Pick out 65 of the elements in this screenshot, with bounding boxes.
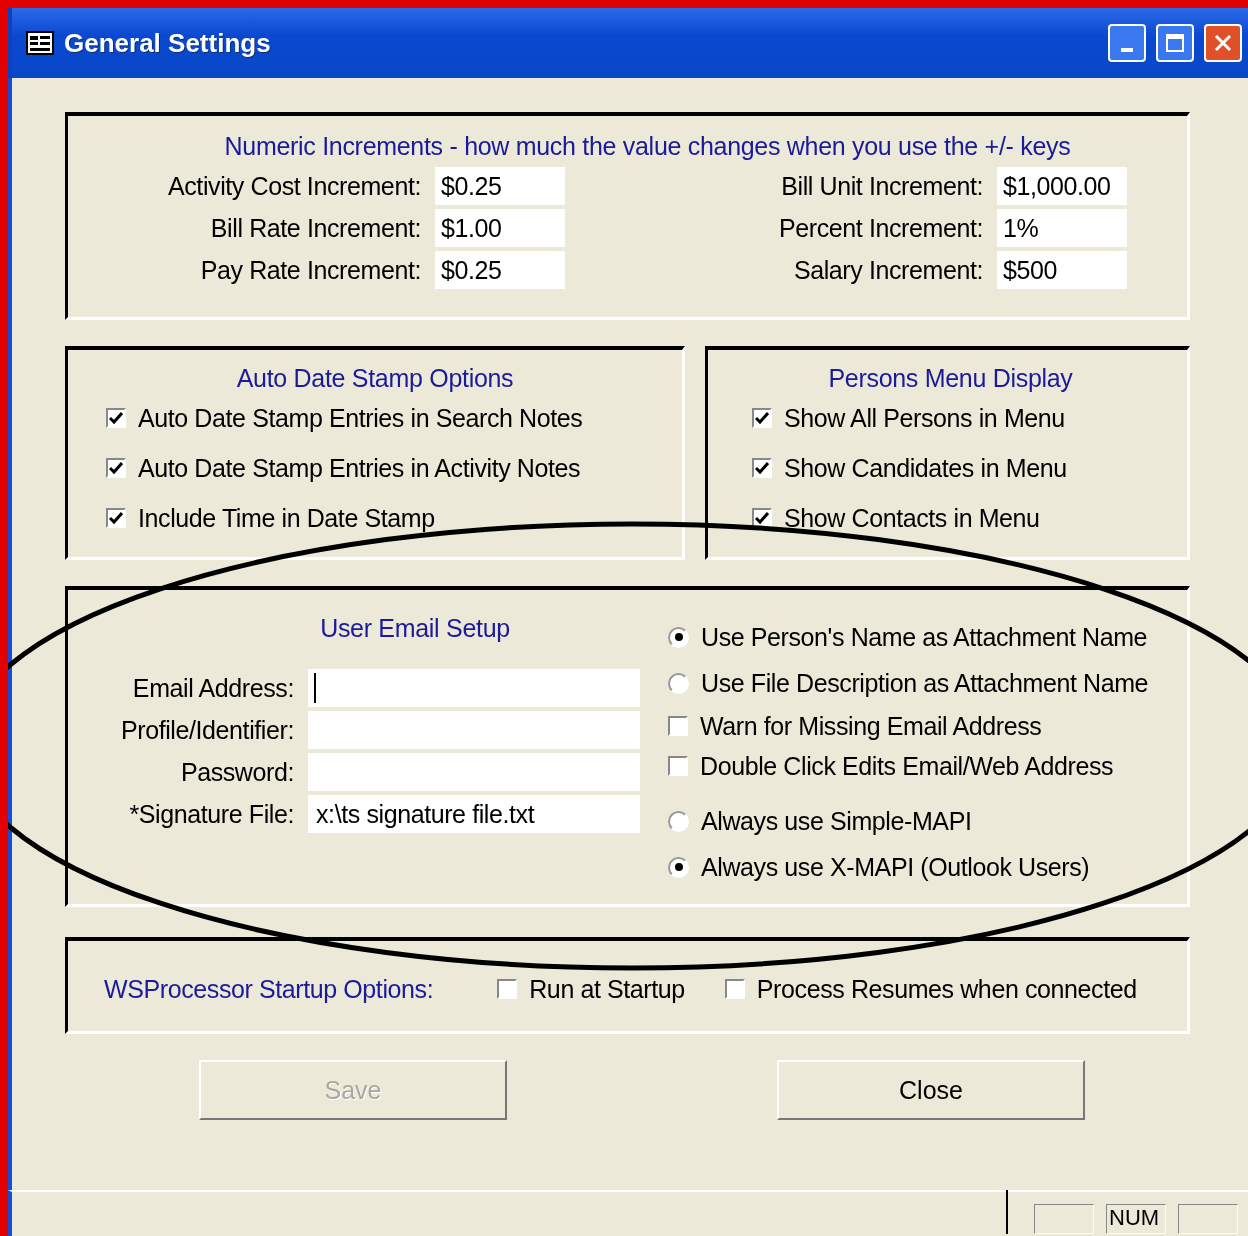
input-field[interactable]: $0.25 bbox=[435, 251, 565, 289]
checkbox[interactable] bbox=[668, 756, 688, 776]
group-title: Numeric Increments - how much the value changes when you use the +/- keys bbox=[223, 132, 1072, 161]
dialog-button[interactable]: Close bbox=[777, 1060, 1085, 1120]
input-field[interactable]: $1,000.00 bbox=[997, 167, 1127, 205]
field-label: Bill Rate Increment: bbox=[209, 213, 421, 243]
field-label: Salary Increment: bbox=[792, 255, 983, 285]
checkbox[interactable] bbox=[752, 458, 772, 478]
minimize-button[interactable] bbox=[1108, 24, 1146, 62]
option-label: Run at Startup bbox=[529, 974, 685, 1004]
minimize-icon bbox=[1121, 48, 1133, 52]
status-indicator: NUM bbox=[1106, 1204, 1166, 1234]
maximize-button[interactable] bbox=[1156, 24, 1194, 62]
field-label: Email Address: bbox=[131, 673, 294, 703]
option-label: Show Contacts in Menu bbox=[784, 503, 1040, 533]
group-title: User Email Setup bbox=[319, 614, 511, 643]
maximize-icon bbox=[1165, 33, 1185, 53]
option-label: Always use Simple-MAPI bbox=[701, 806, 972, 836]
option-label: Auto Date Stamp Entries in Activity Notes bbox=[138, 453, 581, 483]
checkbox[interactable] bbox=[106, 508, 126, 528]
radio-button[interactable] bbox=[668, 626, 689, 648]
input-field[interactable] bbox=[308, 753, 640, 791]
radio-button[interactable] bbox=[668, 856, 689, 878]
field-label: Bill Unit Increment: bbox=[780, 171, 983, 201]
window-icon bbox=[26, 31, 54, 55]
checkbox[interactable] bbox=[752, 508, 772, 528]
checkbox[interactable] bbox=[497, 979, 518, 999]
input-field[interactable] bbox=[308, 669, 640, 707]
option-label: Use File Description as Attachment Name bbox=[701, 668, 1149, 698]
field-label: Password: bbox=[179, 757, 294, 787]
checkbox[interactable] bbox=[724, 979, 745, 999]
status-panel bbox=[1178, 1204, 1238, 1234]
checkbox[interactable] bbox=[106, 458, 126, 478]
option-label: Show Candidates in Menu bbox=[784, 453, 1067, 483]
option-label: Process Resumes when connected bbox=[756, 974, 1137, 1004]
close-icon bbox=[1213, 33, 1233, 53]
input-field[interactable]: 1% bbox=[997, 209, 1127, 247]
window-title: General Settings bbox=[64, 27, 272, 59]
field-label: Activity Cost Increment: bbox=[168, 171, 421, 201]
option-label: Include Time in Date Stamp bbox=[138, 503, 435, 533]
group-title: WSProcessor Startup Options: bbox=[104, 974, 434, 1004]
group-title: Auto Date Stamp Options bbox=[235, 364, 515, 393]
input-field[interactable]: x:\ts signature file.txt bbox=[308, 795, 640, 833]
group-title: Persons Menu Display bbox=[827, 364, 1074, 393]
status-panel bbox=[1034, 1204, 1094, 1234]
input-field[interactable]: $0.25 bbox=[435, 167, 565, 205]
field-label: Percent Increment: bbox=[779, 213, 983, 243]
option-label: Double Click Edits Email/Web Address bbox=[700, 751, 1114, 781]
option-label: Auto Date Stamp Entries in Search Notes bbox=[138, 403, 583, 433]
close-button[interactable] bbox=[1204, 24, 1242, 62]
radio-button[interactable] bbox=[668, 672, 689, 694]
option-label: Use Person's Name as Attachment Name bbox=[701, 622, 1148, 652]
input-field[interactable] bbox=[308, 711, 640, 749]
radio-button[interactable] bbox=[668, 810, 689, 832]
input-field[interactable]: $1.00 bbox=[435, 209, 565, 247]
input-field[interactable]: $500 bbox=[997, 251, 1127, 289]
option-label: Warn for Missing Email Address bbox=[700, 711, 1042, 741]
checkbox[interactable] bbox=[752, 408, 772, 428]
checkbox[interactable] bbox=[106, 408, 126, 428]
field-label: Profile/Identifier: bbox=[120, 715, 294, 745]
checkbox[interactable] bbox=[668, 716, 688, 736]
option-label: Show All Persons in Menu bbox=[784, 403, 1065, 433]
field-label: *Signature File: bbox=[128, 799, 294, 829]
field-label: Pay Rate Increment: bbox=[199, 255, 421, 285]
option-label: Always use X-MAPI (Outlook Users) bbox=[701, 852, 1090, 882]
